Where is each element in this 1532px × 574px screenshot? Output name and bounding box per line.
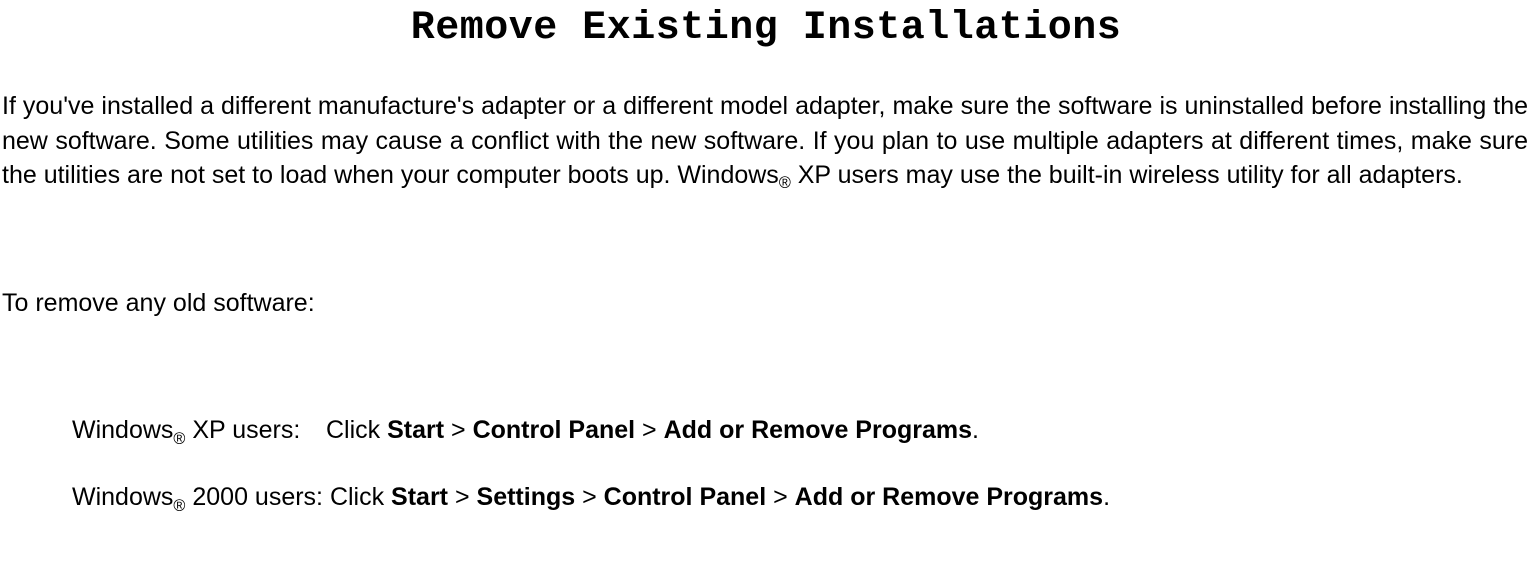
xp-gt1: > [444,416,473,444]
remove-lead: To remove any old software: [2,289,1532,318]
intro-text-2: XP users may use the built-in wireless u… [791,161,1463,189]
xp-start: Start [387,416,444,444]
w2k-gt1: > [448,483,477,511]
xp-os2: XP users: [185,416,300,444]
w2k-gt3: > [766,483,795,511]
page-title: Remove Existing Installations [0,6,1532,51]
w2k-os1: Windows [72,483,173,511]
w2k-start: Start [391,483,448,511]
registered-mark: ® [173,430,185,448]
registered-mark: ® [173,497,185,515]
step-xp: Windows® XP users:Click Start > Control … [72,416,1532,449]
xp-add-remove: Add or Remove Programs [664,416,972,444]
w2k-control-panel: Control Panel [604,483,767,511]
steps-block: Windows® XP users:Click Start > Control … [72,416,1532,516]
w2k-gt2: > [575,483,604,511]
xp-dot: . [972,416,979,444]
registered-mark: ® [779,174,791,192]
w2k-dot: . [1103,483,1110,511]
w2k-os2: 2000 users: Click [185,483,391,511]
w2k-add-remove: Add or Remove Programs [795,483,1103,511]
step-2000: Windows® 2000 users: Click Start > Setti… [72,483,1532,516]
xp-os1: Windows [72,416,173,444]
xp-click: Click [326,416,387,444]
intro-paragraph: If you've installed a different manufact… [2,89,1528,195]
w2k-settings: Settings [477,483,576,511]
xp-gt2: > [635,416,664,444]
step-xp-label: Windows® XP users: [72,416,326,449]
xp-control-panel: Control Panel [473,416,636,444]
